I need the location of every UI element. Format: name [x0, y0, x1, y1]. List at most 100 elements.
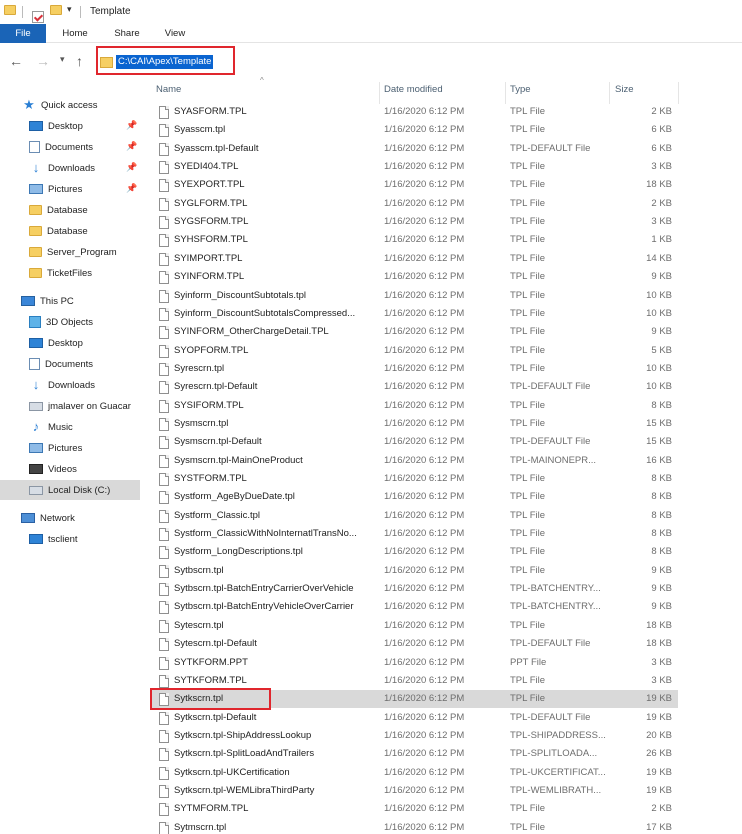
file-row[interactable]: SYEDI404.TPL 1/16/2020 6:12 PM TPL File 3 K… [150, 158, 678, 176]
file-row[interactable]: SYTKFORM.PPT 1/16/2020 6:12 PM PPT File 3 K… [150, 654, 678, 672]
file-row[interactable]: Sytkscrn.tpl-UKCertification 1/16/2020 6:… [150, 764, 678, 782]
file-icon [159, 583, 169, 597]
sidebar-item-downloads[interactable]: ↓ Downloads [29, 158, 169, 178]
pin-icon[interactable]: 📌 [126, 183, 137, 194]
file-date-modified: 1/16/2020 6:12 PM [384, 197, 465, 209]
file-size: 17 KB [646, 821, 672, 833]
file-row[interactable]: SYEXPORT.TPL 1/16/2020 6:12 PM TPL File 18 … [150, 176, 678, 194]
file-type: TPL File [510, 106, 546, 117]
file-row[interactable]: SYSIFORM.TPL 1/16/2020 6:12 PM TPL File 8 K… [150, 397, 678, 415]
file-row[interactable]: SYIMPORT.TPL 1/16/2020 6:12 PM TPL File 14 … [150, 250, 678, 268]
file-row[interactable]: SYOPFORM.TPL 1/16/2020 6:12 PM TPL File 5 K… [150, 342, 678, 360]
file-row[interactable]: Sysmscrn.tpl-MainOneProduct 1/16/2020 6:1… [150, 452, 678, 470]
back-arrow-icon[interactable]: ← [9, 53, 23, 69]
column-header-type[interactable]: Type [510, 84, 531, 99]
sidebar-item-database[interactable]: Database [29, 200, 169, 220]
file-row[interactable]: SYSTFORM.TPL 1/16/2020 6:12 PM TPL File 8 K… [150, 470, 678, 488]
file-row[interactable]: SYGSFORM.TPL 1/16/2020 6:12 PM TPL File 3 K… [150, 213, 678, 231]
file-row[interactable]: Sytbscrn.tpl 1/16/2020 6:12 PM TPL File 9 K… [150, 562, 678, 580]
pin-icon[interactable]: 📌 [126, 120, 137, 131]
up-arrow-icon[interactable]: ↑ [76, 53, 83, 69]
properties-icon[interactable] [32, 11, 44, 23]
pin-icon[interactable]: 📌 [126, 141, 137, 152]
file-row[interactable]: SYTMFORM.TPL 1/16/2020 6:12 PM TPL File 2 K… [150, 800, 678, 818]
file-name: SYSIFORM.TPL [174, 399, 244, 411]
file-row[interactable]: Sytkscrn.tpl-WEMLibraThirdParty 1/16/2020… [150, 782, 678, 800]
file-row[interactable]: Syasscm.tpl 1/16/2020 6:12 PM TPL File 6 KB [150, 121, 678, 139]
file-row[interactable]: Syasscm.tpl-Default 1/16/2020 6:12 PM TPL-… [150, 140, 678, 158]
file-row[interactable]: SYGLFORM.TPL 1/16/2020 6:12 PM TPL File 2 K… [150, 195, 678, 213]
sidebar-item-local-disk[interactable]: Local Disk (C:) [0, 480, 140, 500]
file-name: SYINFORM_OtherChargeDetail.TPL [174, 326, 329, 338]
file-row[interactable]: Sytbscrn.tpl-BatchEntryVehicleOverCarrie… [150, 598, 678, 616]
tab-file[interactable]: File [0, 24, 46, 43]
sidebar-item-database[interactable]: Database [29, 221, 169, 241]
file-row[interactable]: Sytescrn.tpl 1/16/2020 6:12 PM TPL File 18 … [150, 617, 678, 635]
file-row[interactable]: SYINFORM.TPL 1/16/2020 6:12 PM TPL File 9 K… [150, 268, 678, 286]
file-row[interactable]: Sytkscrn.tpl-SplitLoadAndTrailers 1/16/20… [150, 745, 678, 763]
file-date-modified: 1/16/2020 6:12 PM [384, 491, 465, 503]
file-row[interactable]: Sytbscrn.tpl-BatchEntryCarrierOverVehicl… [150, 580, 678, 598]
sidebar-item-pictures[interactable]: Pictures [29, 438, 169, 458]
sidebar-item-3d-objects[interactable]: 3D Objects [29, 312, 169, 332]
column-header-date-modified[interactable]: Date modified [384, 84, 443, 99]
column-header-name[interactable]: Name [156, 84, 181, 99]
file-row[interactable]: SYASFORM.TPL 1/16/2020 6:12 PM TPL File 2 K… [150, 103, 678, 121]
file-size: 10 KB [646, 362, 672, 374]
sidebar-item-label: This PC [40, 295, 74, 307]
file-row[interactable]: Sytkscrn.tpl-ShipAddressLookup 1/16/2020 … [150, 727, 678, 745]
documents-icon [29, 358, 40, 370]
file-name: Sytkscrn.tpl-Default [174, 711, 257, 723]
file-row[interactable]: Syrescrn.tpl 1/16/2020 6:12 PM TPL File 10 … [150, 360, 678, 378]
sidebar-item-downloads[interactable]: ↓ Downloads [29, 375, 169, 395]
sidebar-item-this-pc[interactable]: This PC [21, 291, 161, 311]
sidebar-item-network[interactable]: Network [21, 508, 161, 528]
file-name: Sytkscrn.tpl-UKCertification [174, 766, 290, 778]
file-name: SYINFORM.TPL [174, 271, 245, 283]
file-row[interactable]: Systform_Classic.tpl 1/16/2020 6:12 PM TPL… [150, 507, 678, 525]
sidebar-item-server-program[interactable]: Server_Program [29, 242, 169, 262]
tab-share[interactable]: Share [104, 24, 150, 43]
file-icon [159, 399, 169, 413]
sidebar-item-desktop[interactable]: Desktop [29, 333, 169, 353]
address-bar-path[interactable]: C:\CAI\Apex\Template [116, 55, 214, 69]
file-row[interactable]: Sysmscrn.tpl-Default 1/16/2020 6:12 PM TPL… [150, 433, 678, 451]
recent-locations-icon[interactable]: ▾ [60, 54, 65, 65]
file-row[interactable]: Systform_AgeByDueDate.tpl 1/16/2020 6:12 … [150, 488, 678, 506]
sidebar-item-ticketfiles[interactable]: TicketFiles [29, 263, 169, 283]
file-row[interactable]: Sytescrn.tpl-Default 1/16/2020 6:12 PM TPL… [150, 635, 678, 653]
sidebar-item-tsclient[interactable]: tsclient [29, 529, 169, 549]
file-row[interactable]: Sytmscrn.tpl 1/16/2020 6:12 PM TPL File 17 … [150, 819, 678, 834]
file-row[interactable]: Sysmscrn.tpl 1/16/2020 6:12 PM TPL File 15 … [150, 415, 678, 433]
file-row[interactable]: Systform_LongDescriptions.tpl 1/16/2020 6… [150, 543, 678, 561]
sidebar-item-documents[interactable]: Documents [29, 137, 169, 157]
tab-home[interactable]: Home [52, 24, 98, 43]
sidebar-item-videos[interactable]: Videos [29, 459, 169, 479]
file-date-modified: 1/16/2020 6:12 PM [384, 344, 465, 356]
sidebar-item-music[interactable]: ♪ Music [29, 417, 169, 437]
file-icon [159, 362, 169, 376]
file-type: TPL File [510, 234, 546, 246]
file-row[interactable]: Systform_ClassicWithNoInternatlTransNo..… [150, 525, 678, 543]
file-row[interactable]: SYHSFORM.TPL 1/16/2020 6:12 PM TPL File 1 K… [150, 231, 678, 249]
file-date-modified: 1/16/2020 6:12 PM [384, 656, 465, 668]
file-row[interactable]: Syrescrn.tpl-Default 1/16/2020 6:12 PM TPL… [150, 378, 678, 396]
customize-quick-access-icon[interactable]: ▾ [67, 4, 72, 15]
sidebar-item-quick-access[interactable]: ★ Quick access [22, 95, 162, 115]
file-name: SYGSFORM.TPL [174, 216, 249, 228]
new-folder-icon[interactable] [50, 5, 62, 15]
file-row[interactable]: Sytkscrn.tpl-Default 1/16/2020 6:12 PM TPL… [150, 709, 678, 727]
file-row[interactable]: Syinform_DiscountSubtotalsCompressed... 1… [150, 305, 678, 323]
sidebar-item-desktop[interactable]: Desktop [29, 116, 169, 136]
videos-icon [29, 464, 43, 474]
sidebar-item-documents[interactable]: Documents [29, 354, 169, 374]
sidebar-item-network-drive[interactable]: jmalaver on Guacar [29, 396, 169, 416]
pin-icon[interactable]: 📌 [126, 162, 137, 173]
tab-view[interactable]: View [152, 24, 198, 43]
column-header-size[interactable]: Size [615, 84, 633, 99]
file-row[interactable]: SYINFORM_OtherChargeDetail.TPL 1/16/2020 … [150, 323, 678, 341]
file-name: SYEDI404.TPL [174, 161, 239, 173]
sidebar-item-pictures[interactable]: Pictures [29, 179, 169, 199]
file-row[interactable]: Syinform_DiscountSubtotals.tpl 1/16/2020 … [150, 287, 678, 305]
forward-arrow-icon[interactable]: → [36, 53, 50, 69]
